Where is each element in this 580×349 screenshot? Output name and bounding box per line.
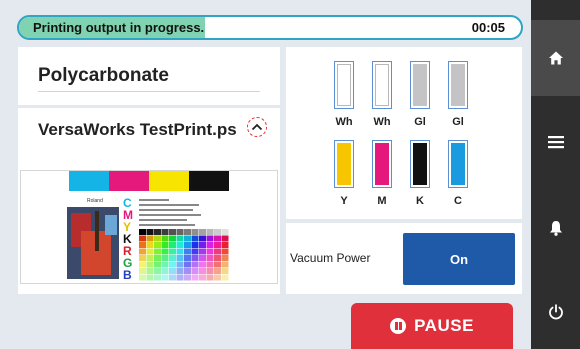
ink-cartridge — [448, 140, 468, 188]
ink-cartridge — [372, 140, 392, 188]
ink-label: C — [454, 195, 462, 207]
nav-power[interactable] — [531, 284, 580, 340]
pause-label: PAUSE — [414, 316, 474, 335]
print-status-bar: Printing output in progress. 00:05 — [17, 15, 523, 40]
side-nav — [531, 0, 580, 349]
job-name: VersaWorks TestPrint.ps — [38, 120, 237, 139]
pause-button[interactable]: PAUSE — [351, 303, 513, 349]
collapse-button[interactable] — [247, 117, 267, 137]
ink-label: Gl — [452, 116, 464, 128]
status-text: Printing output in progress. — [33, 20, 205, 35]
ink-cartridge — [410, 61, 430, 109]
preview-brand: Roland — [87, 198, 103, 204]
preview-letter: B — [123, 268, 132, 282]
vacuum-label: Vacuum Power — [290, 251, 371, 265]
vacuum-panel: Vacuum Power On — [286, 223, 522, 294]
menu-icon — [547, 136, 564, 149]
ink-label: Wh — [373, 116, 391, 128]
ink-cartridge — [448, 61, 468, 109]
ink-label: M — [377, 195, 387, 207]
bell-icon — [549, 221, 562, 236]
ink-cartridge — [334, 140, 354, 188]
nav-menu[interactable] — [531, 112, 580, 172]
nav-home[interactable] — [531, 20, 580, 96]
main-area: Printing output in progress. 00:05 Polyc… — [0, 0, 531, 349]
ink-label: Wh — [335, 116, 353, 128]
vacuum-toggle-button[interactable]: On — [403, 233, 515, 285]
ink-status-panel: Wh Wh Gl Gl Y M K C — [286, 47, 522, 219]
chevron-up-icon — [251, 123, 263, 131]
ink-label: Gl — [414, 116, 426, 128]
elapsed-time: 00:05 — [471, 20, 505, 35]
nav-notifications[interactable] — [531, 198, 580, 258]
home-icon — [548, 51, 563, 65]
pause-icon — [390, 318, 407, 334]
ink-cartridge — [410, 140, 430, 188]
power-icon — [548, 304, 563, 320]
media-card: Polycarbonate — [18, 47, 280, 105]
media-name: Polycarbonate — [38, 65, 169, 86]
preview-image: Roland C M Y K R G B — [67, 171, 229, 282]
print-preview: Roland C M Y K R G B — [20, 170, 278, 284]
ink-label: K — [416, 195, 424, 207]
ink-cartridge — [372, 61, 392, 109]
ink-label: Y — [340, 195, 348, 207]
ink-cartridge — [334, 61, 354, 109]
divider — [38, 91, 260, 92]
